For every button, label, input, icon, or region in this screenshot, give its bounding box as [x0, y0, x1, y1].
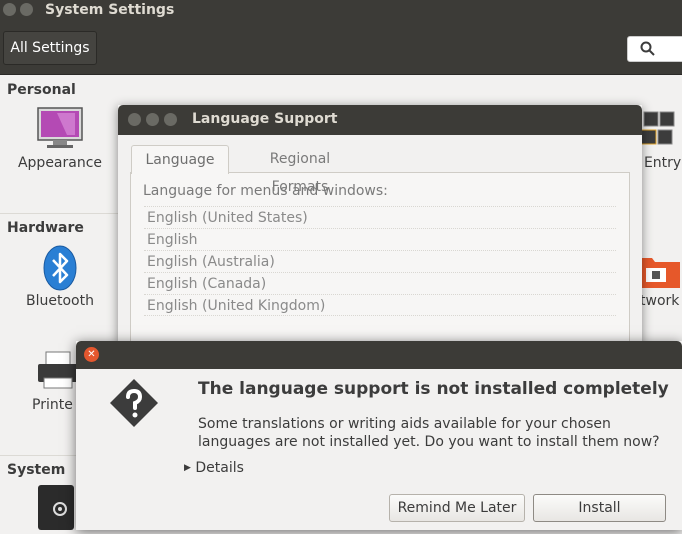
network-icon[interactable]	[638, 252, 682, 290]
install-button[interactable]: Install	[533, 494, 666, 522]
bluetooth-label[interactable]: Bluetooth	[10, 293, 110, 309]
search-icon	[640, 41, 655, 56]
minimize-window-button[interactable]	[20, 3, 33, 16]
close-icon[interactable]: ✕	[84, 347, 99, 362]
alert-heading: The language support is not installed co…	[198, 379, 669, 399]
alert-titlebar	[76, 341, 682, 369]
appearance-label[interactable]: Appearance	[10, 155, 110, 171]
remind-me-later-button[interactable]: Remind Me Later	[389, 494, 525, 522]
tab-regional-formats[interactable]: Regional Formats	[240, 145, 360, 195]
all-settings-button[interactable]: All Settings	[3, 31, 97, 65]
list-item[interactable]: English (United Kingdom)	[144, 294, 616, 316]
printer-icon[interactable]	[36, 350, 80, 390]
maximize-window-button[interactable]	[164, 113, 177, 126]
list-item[interactable]: English (Canada)	[144, 272, 616, 294]
appearance-icon[interactable]	[37, 107, 83, 149]
language-caption: Language for menus and windows:	[143, 183, 388, 199]
search-input[interactable]	[627, 36, 682, 62]
close-window-button[interactable]	[3, 3, 16, 16]
text-entry-icon[interactable]	[639, 110, 682, 150]
list-item[interactable]: English	[144, 228, 616, 250]
section-hardware: Hardware	[7, 220, 84, 236]
minimize-window-button[interactable]	[146, 113, 159, 126]
details-expander[interactable]: ▶ Details	[184, 460, 244, 476]
backups-icon[interactable]	[38, 485, 74, 530]
printers-label[interactable]: Printe	[32, 397, 77, 413]
alert-body: Some translations or writing aids availa…	[198, 416, 660, 450]
network-label[interactable]: twork	[640, 293, 679, 309]
section-system: System	[7, 462, 66, 478]
chevron-right-icon: ▶	[184, 463, 191, 473]
close-window-button[interactable]	[128, 113, 141, 126]
toolbar	[0, 22, 682, 75]
list-item[interactable]: English (United States)	[144, 206, 616, 228]
install-alert-dialog: ✕ The language support is not installed …	[76, 341, 682, 530]
details-label: Details	[195, 460, 244, 476]
section-personal: Personal	[7, 82, 76, 98]
language-support-window: Language Support Language Regional Forma…	[118, 105, 642, 354]
window-title: System Settings	[45, 2, 175, 18]
language-support-title: Language Support	[192, 111, 338, 127]
tab-language[interactable]: Language	[131, 145, 229, 174]
question-icon	[108, 377, 160, 429]
list-item[interactable]: English (Australia)	[144, 250, 616, 272]
divider	[0, 213, 120, 214]
bluetooth-icon[interactable]	[42, 245, 78, 291]
